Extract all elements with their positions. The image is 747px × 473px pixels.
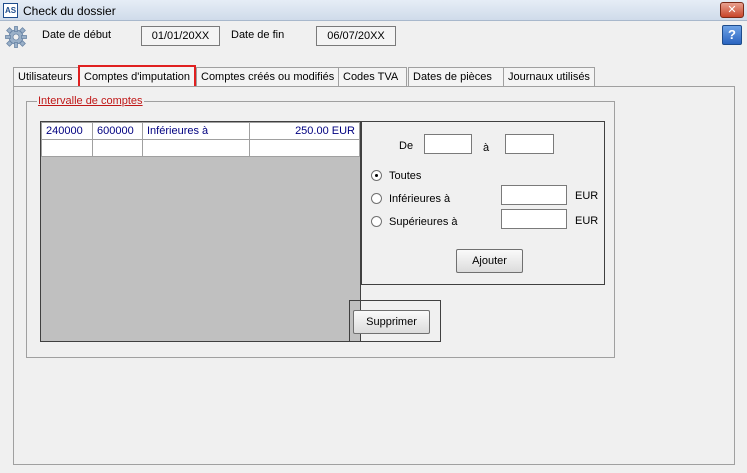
gear-icon[interactable] <box>4 25 28 49</box>
start-date-label: Date de début <box>42 29 112 41</box>
superieures-unit: EUR <box>575 215 599 227</box>
cell-amount[interactable] <box>249 139 360 157</box>
date-toolbar: Date de début 01/01/20XX Date de fin 06/… <box>0 22 747 50</box>
to-label: à <box>483 142 490 154</box>
radio-toutes-label: Toutes <box>389 170 422 182</box>
delete-frame: Supprimer <box>349 300 441 342</box>
table-row[interactable] <box>41 139 360 157</box>
cell-from[interactable]: 240000 <box>41 122 93 140</box>
cell-to[interactable]: 600000 <box>92 122 143 140</box>
to-account-input[interactable] <box>505 134 554 154</box>
group-title: Intervalle de comptes <box>37 95 144 107</box>
inferieures-unit: EUR <box>575 190 599 202</box>
tab-journaux-utilises[interactable]: Journaux utilisés <box>503 67 595 87</box>
superieures-amount-input[interactable] <box>501 209 567 229</box>
add-button[interactable]: Ajouter <box>456 249 523 273</box>
radio-inferieures-label: Inférieures à <box>389 193 451 205</box>
window-title: Check du dossier <box>23 4 116 18</box>
account-range-table[interactable]: 240000 600000 Inférieures à 250.00 EUR <box>40 121 361 342</box>
table-row[interactable]: 240000 600000 Inférieures à 250.00 EUR <box>41 122 360 140</box>
radio-superieures[interactable] <box>371 216 382 227</box>
app-logo-icon: AS <box>3 3 18 18</box>
end-date-field[interactable]: 06/07/20XX <box>316 26 396 46</box>
inferieures-amount-input[interactable] <box>501 185 567 205</box>
radio-superieures-label: Supérieures à <box>389 216 458 228</box>
radio-toutes[interactable] <box>371 170 382 181</box>
from-label: De <box>399 140 414 152</box>
radio-inferieures[interactable] <box>371 193 382 204</box>
close-button[interactable]: ✕ <box>720 2 744 18</box>
title-bar: AS Check du dossier ✕ <box>0 0 747 21</box>
end-date-label: Date de fin <box>231 29 285 41</box>
filter-panel: De à Toutes Inférieures à EUR Supérieure… <box>361 121 605 285</box>
help-button[interactable]: ? <box>722 25 742 45</box>
start-date-field[interactable]: 01/01/20XX <box>141 26 220 46</box>
delete-button[interactable]: Supprimer <box>353 310 430 334</box>
cell-condition[interactable] <box>142 139 250 157</box>
cell-to[interactable] <box>92 139 143 157</box>
tab-codes-tva[interactable]: Codes TVA <box>338 67 407 87</box>
tab-dates-pieces[interactable]: Dates de pièces <box>408 67 504 87</box>
cell-condition[interactable]: Inférieures à <box>142 122 250 140</box>
tab-utilisateurs[interactable]: Utilisateurs <box>13 67 79 87</box>
from-account-input[interactable] <box>424 134 472 154</box>
cell-amount[interactable]: 250.00 EUR <box>249 122 360 140</box>
cell-from[interactable] <box>41 139 93 157</box>
tab-comptes-crees-modifies[interactable]: Comptes créés ou modifiés <box>196 67 339 87</box>
